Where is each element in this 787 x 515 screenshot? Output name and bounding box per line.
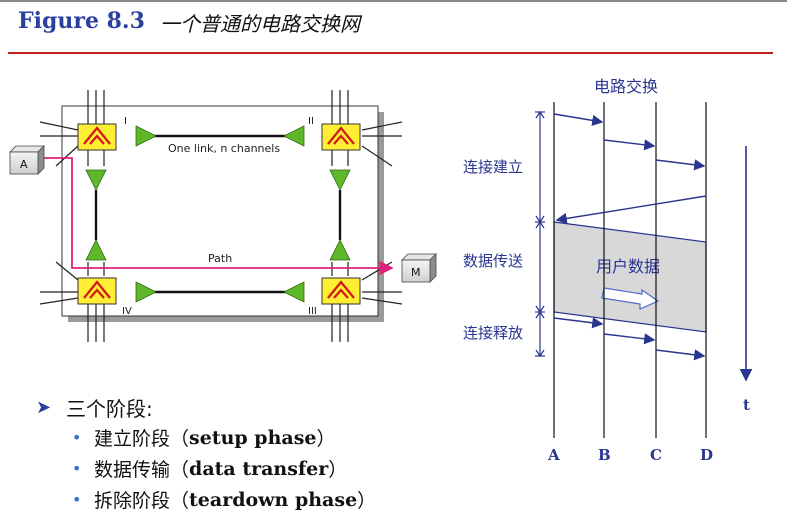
stages-list: ➤ 三个阶段: • 建立阶段 （ setup phase ） • 数据传输 （ … [36,392,376,515]
stage-en: teardown phase [189,488,358,511]
timing-title: 电路交换 [594,77,658,96]
node-label-d: D [700,446,713,464]
bullet-dot-icon: • [72,459,82,478]
switch-I [77,123,117,151]
bullet-dot-icon: • [72,490,82,509]
stage-close-paren: ） [328,459,348,481]
phase-transfer-label: 数据传送 [463,252,523,270]
station-a: A [9,145,45,175]
stage-item: • 数据传输 （ data transfer ） [72,453,376,484]
switch-II [321,123,361,151]
station-a-label: A [20,158,28,171]
station-m: M [401,253,437,283]
phase-release-label: 连接释放 [463,324,523,342]
node-label-a: A [547,446,560,464]
switch-label-I: I [124,116,127,127]
link-label: One link, n channels [168,142,280,155]
switch-III [321,277,361,305]
network-diagram: I II III IV One link, n channels Path A … [9,90,437,342]
switch-label-II: II [308,116,314,127]
stages-heading-row: ➤ 三个阶段: [36,392,376,422]
switch-label-III: III [308,306,317,317]
phase-setup-label: 连接建立 [463,158,523,176]
stage-open-paren: （ [170,459,190,481]
stage-zh: 拆除阶段 [94,490,171,512]
stage-open-paren: （ [170,428,190,450]
stage-close-paren: ） [357,490,377,512]
stage-en: data transfer [189,457,329,480]
station-m-label: M [411,266,421,279]
switch-label-IV: IV [122,306,132,317]
node-label-b: B [598,446,611,464]
phase-brackets [535,110,545,358]
stage-item: • 建立阶段 （ setup phase ） [72,422,376,453]
time-label: t [743,396,750,414]
arrow-bullet-icon: ➤ [36,396,52,418]
switch-IV [77,277,117,305]
stage-en: setup phase [189,426,317,449]
stage-zh: 建立阶段 [94,428,171,450]
data-box-label: 用户数据 [596,257,660,276]
bullet-dot-icon: • [72,428,82,447]
path-label: Path [208,252,232,265]
timing-diagram: 电路交换 用户数据 连接建立 数据传送 连接释放 t A B C D [463,77,753,464]
stage-close-paren: ） [316,428,336,450]
stage-item: • 拆除阶段 （ teardown phase ） [72,484,376,515]
stage-open-paren: （ [170,490,190,512]
stages-heading: 三个阶段: [66,396,153,421]
setup-messages [553,113,707,224]
stage-zh: 数据传输 [94,459,171,481]
node-label-c: C [650,446,662,464]
data-transfer-band [553,221,707,333]
